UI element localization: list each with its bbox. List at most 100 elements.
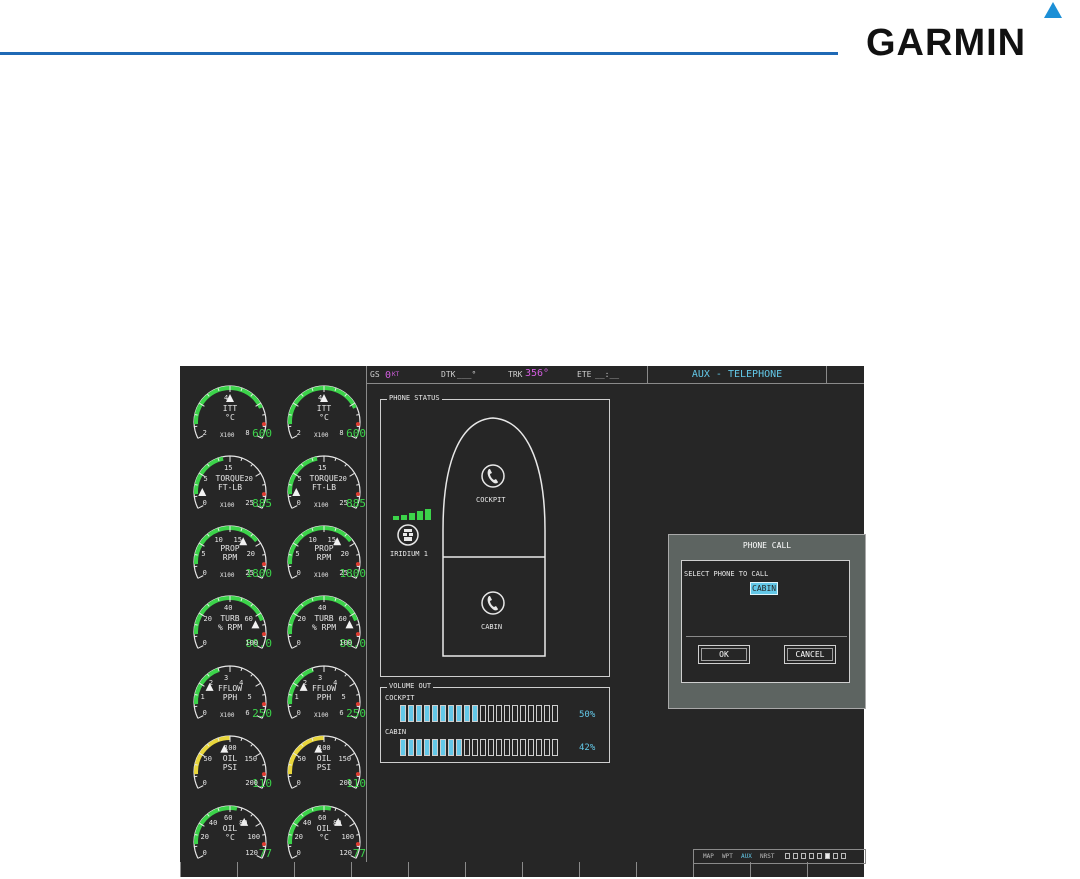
dialog-prompt: SELECT PHONE TO CALL	[684, 570, 769, 578]
softkey-12[interactable]	[807, 862, 865, 877]
gauge-tick-label: 0	[296, 708, 301, 717]
gauge-tick-label: 5	[341, 693, 346, 701]
volume-segment	[544, 739, 550, 756]
gauge-tick-label: 100	[318, 744, 331, 752]
gs-value: 0	[385, 370, 392, 381]
gauge-tick-label: 20	[297, 615, 306, 624]
page-index-dot	[817, 853, 822, 859]
gauge-tick-label: 15	[224, 464, 233, 472]
gauge-tick-label: 5	[247, 693, 252, 701]
phone-selection-field[interactable]: CABIN	[750, 582, 779, 595]
cockpit-volume-slider[interactable]	[400, 704, 570, 723]
gauge-unit: °C	[225, 413, 235, 422]
gauge-tick-label: 20	[246, 549, 256, 558]
gauge-tick-label: 20	[244, 475, 253, 484]
gauge-value: 77	[258, 847, 272, 860]
volume-segment	[552, 705, 558, 722]
gauge-label: FFLOW	[217, 684, 243, 693]
volume-segment	[528, 705, 534, 722]
gauge-tick-label: 0	[296, 848, 301, 857]
volume-segment	[472, 705, 478, 722]
gauge-tick-label: 50	[297, 755, 306, 764]
cabin-volume-label: CABIN	[385, 728, 407, 736]
engine-gauge-oil-right: OIL PSI 110 0 50 100 150 200	[278, 722, 370, 792]
gauge-tick-label: 6	[245, 708, 250, 717]
engine-gauge-oil-right: OIL °C 77 0 20 40 60 80 100 120	[278, 792, 370, 862]
softkey-10[interactable]	[693, 862, 751, 877]
nav-data-bar: GS 0 KT DTK ___° TRK 356° ETE __:__ AUX …	[367, 366, 864, 384]
page-group-nrst: NRST	[760, 853, 775, 860]
gauge-unit: PPH	[222, 693, 238, 702]
volume-segment	[496, 705, 502, 722]
volume-segment	[480, 739, 486, 756]
volume-segment	[488, 739, 494, 756]
softkey-5[interactable]	[408, 862, 466, 877]
gauge-tick-label: 0	[202, 638, 207, 647]
gauge-tick-label: 5	[201, 549, 206, 558]
volume-segment	[496, 739, 502, 756]
gauge-tick-label: 0	[202, 498, 207, 507]
engine-gauge-turb-left: TURB% RPM 80.0 0 20 40 60 100	[184, 582, 276, 652]
gauge-label: TURB	[314, 614, 334, 623]
gauge-unit: % RPM	[311, 623, 337, 632]
iridium-transceiver-icon	[397, 524, 419, 546]
softkey-11[interactable]	[750, 862, 808, 877]
volume-segment	[416, 739, 422, 756]
gauge-label: ITT	[222, 404, 238, 413]
softkey-8[interactable]	[579, 862, 637, 877]
softkey-7[interactable]	[522, 862, 580, 877]
gauge-tick-label: 15	[233, 535, 242, 544]
volume-segment	[440, 739, 446, 756]
gauge-unit: RPM	[316, 553, 332, 562]
gauge-label: OIL	[316, 824, 332, 833]
page-group-aux: AUX	[741, 853, 752, 860]
page-index-dot	[793, 853, 798, 859]
gs-label: GS	[370, 370, 380, 379]
softkey-4[interactable]	[351, 862, 409, 877]
engine-gauge-fflow-right: FFLOW PPH X100 250 0 1 2 3 4 5 6	[278, 652, 370, 722]
gauge-tick-label: 100	[224, 744, 237, 752]
softkey-6[interactable]	[465, 862, 523, 877]
page-index-dot	[825, 853, 830, 859]
gauge-scale: X100	[220, 712, 235, 719]
gauge-tick-label: 5	[297, 475, 302, 484]
ok-button[interactable]: OK	[698, 645, 750, 664]
softkey-3[interactable]	[294, 862, 352, 877]
cabin-volume-slider[interactable]	[400, 738, 570, 757]
gauge-label: OIL	[222, 754, 238, 763]
gauge-unit: PSI	[222, 763, 238, 772]
gauge-tick-label: 60	[224, 814, 233, 822]
gauge-tick-label: 60	[244, 615, 253, 624]
gauge-scale: X100	[314, 502, 329, 509]
gauge-scale: X100	[220, 502, 235, 509]
gauge-tick-label: 1	[294, 693, 299, 701]
gauge-value: 600	[252, 427, 272, 440]
volume-segment	[456, 739, 462, 756]
cancel-button[interactable]: CANCEL	[784, 645, 836, 664]
gauge-tick-label: 0	[296, 568, 301, 577]
volume-segment	[536, 739, 542, 756]
softkey-1[interactable]	[180, 862, 238, 877]
cockpit-volume-label: COCKPIT	[385, 694, 415, 702]
engine-gauge-prop-right: PROP RPM X100 1800 0 5 10 15 20 25	[278, 512, 370, 582]
gauge-tick-label: 40	[208, 819, 218, 828]
gs-unit: KT	[392, 371, 400, 378]
gauge-tick-label: 3	[224, 674, 229, 682]
softkey-2[interactable]	[237, 862, 295, 877]
gauge-tick-label: 120	[339, 848, 353, 857]
cockpit-volume-percent: 50%	[579, 710, 596, 720]
volume-segment	[520, 739, 526, 756]
gauge-label: TORQUE	[215, 474, 245, 483]
volume-segment	[448, 739, 454, 756]
volume-segment	[544, 705, 550, 722]
volume-segment	[520, 705, 526, 722]
engine-gauge-itt-right: ITT °C X100 600 2 4 8	[278, 372, 370, 442]
volume-segment	[464, 705, 470, 722]
softkey-9[interactable]	[636, 862, 694, 877]
garmin-wordmark: GARMIN	[866, 22, 1027, 64]
gauge-value: 885	[346, 497, 366, 510]
gauge-tick-label: 25	[245, 568, 254, 577]
volume-segment	[504, 705, 510, 722]
gauge-value: 600	[346, 427, 366, 440]
gauge-tick-label: 20	[203, 615, 212, 624]
